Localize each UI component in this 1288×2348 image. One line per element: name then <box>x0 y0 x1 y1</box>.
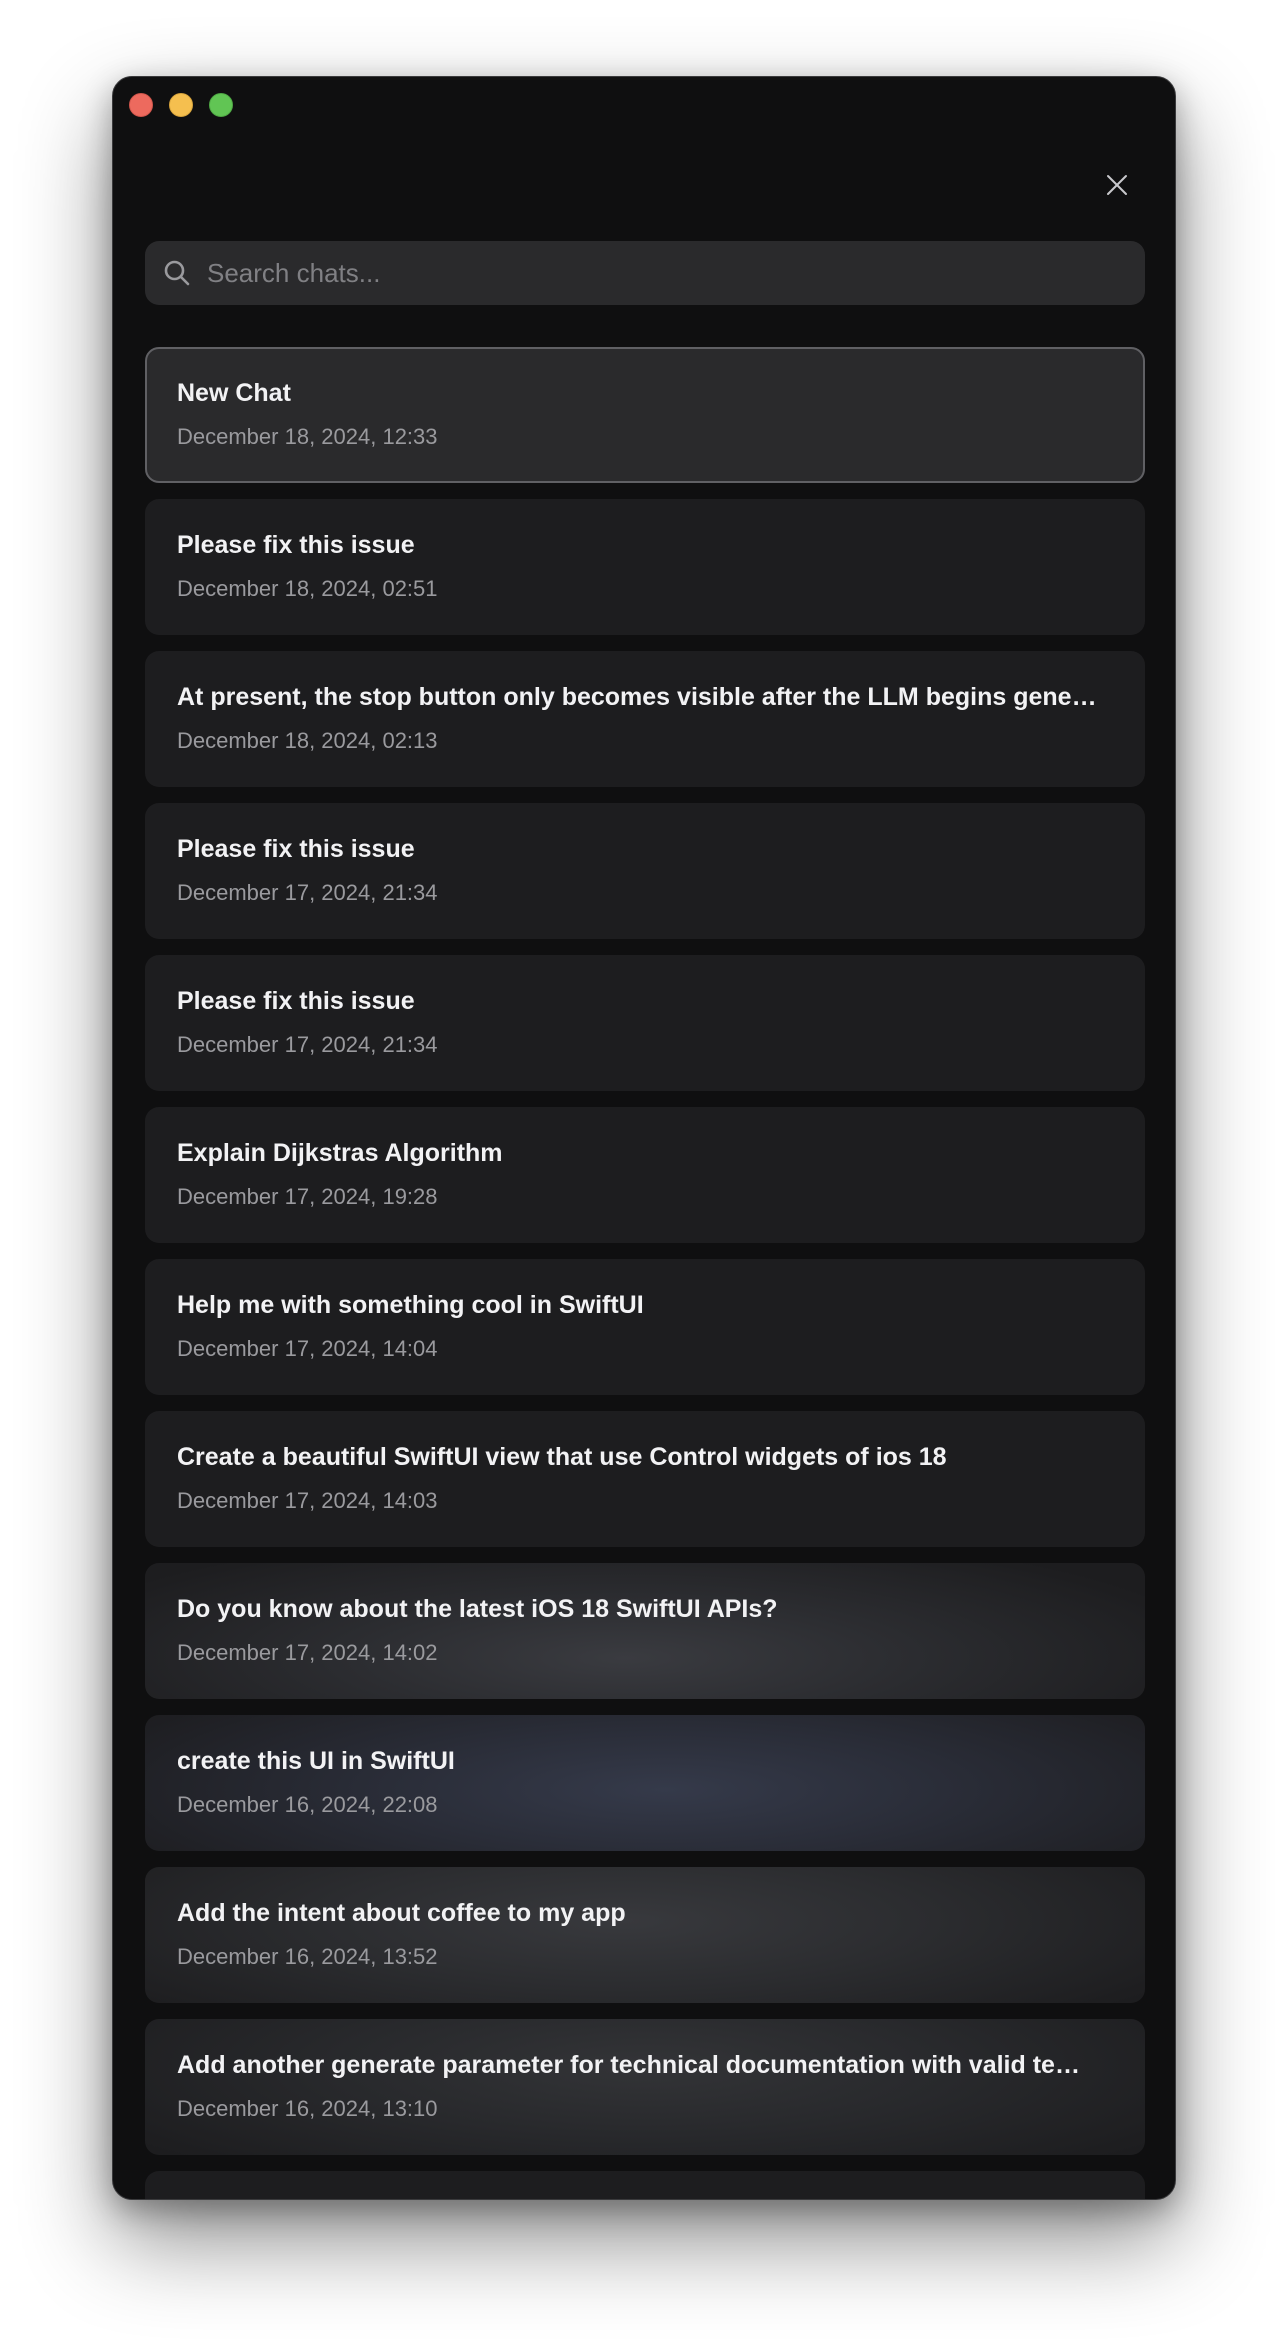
chat-item[interactable]: Do you know about the latest iOS 18 Swif… <box>145 1563 1145 1699</box>
chat-date: December 18, 2024, 12:33 <box>177 424 438 449</box>
zoom-window-button[interactable] <box>209 93 233 117</box>
chat-item[interactable]: create this UI in SwiftUI December 16, 2… <box>145 1715 1145 1851</box>
chat-item[interactable]: Help me with something cool in SwiftUI D… <box>145 1259 1145 1395</box>
chat-item[interactable]: Please fix this issue December 17, 2024,… <box>145 803 1145 939</box>
chat-date: December 17, 2024, 14:02 <box>177 1640 438 1665</box>
chat-title: Help me with something cool in SwiftUI <box>177 1291 644 1319</box>
chat-date: December 16, 2024, 13:52 <box>177 1944 438 1969</box>
chat-date: December 16, 2024, 13:10 <box>177 2096 438 2121</box>
close-button[interactable] <box>1099 167 1135 203</box>
chat-date: December 16, 2024, 22:08 <box>177 1792 438 1817</box>
chat-title: At present, the stop button only becomes… <box>177 683 1097 711</box>
chat-date: December 17, 2024, 14:04 <box>177 1336 438 1361</box>
chat-item[interactable]: Create a beautiful SwiftUI view that use… <box>145 1411 1145 1547</box>
chat-title: Please fix this issue <box>177 835 415 863</box>
chat-date: December 17, 2024, 19:28 <box>177 1184 438 1209</box>
chat-title: Do you know about the latest iOS 18 Swif… <box>177 1595 778 1623</box>
minimize-window-button[interactable] <box>169 93 193 117</box>
chat-list: New Chat December 18, 2024, 12:33 Please… <box>145 347 1145 2199</box>
window-controls <box>129 93 233 117</box>
chat-item[interactable]: At present, the stop button only becomes… <box>145 651 1145 787</box>
chat-title: Please fix this issue <box>177 987 415 1015</box>
chat-item[interactable]: Please fix this issue December 17, 2024,… <box>145 955 1145 1091</box>
close-window-button[interactable] <box>129 93 153 117</box>
chat-item-partial[interactable] <box>145 2171 1145 2199</box>
search-icon <box>164 260 190 286</box>
chat-title: create this UI in SwiftUI <box>177 1747 455 1775</box>
chat-history-window: New Chat December 18, 2024, 12:33 Please… <box>112 76 1176 2200</box>
search-input[interactable] <box>207 241 1127 305</box>
chat-date: December 17, 2024, 14:03 <box>177 1488 438 1513</box>
close-icon <box>1107 175 1127 195</box>
chat-title: Explain Dijkstras Algorithm <box>177 1139 503 1167</box>
chat-title: New Chat <box>177 379 291 407</box>
chat-title: Please fix this issue <box>177 531 415 559</box>
chat-date: December 18, 2024, 02:13 <box>177 728 438 753</box>
chat-date: December 17, 2024, 21:34 <box>177 880 438 905</box>
chat-title: Add the intent about coffee to my app <box>177 1899 626 1927</box>
chat-item[interactable]: Add the intent about coffee to my app De… <box>145 1867 1145 2003</box>
chat-date: December 18, 2024, 02:51 <box>177 576 438 601</box>
search-bar <box>145 241 1145 305</box>
chat-item[interactable]: Add another generate parameter for techn… <box>145 2019 1145 2155</box>
chat-item[interactable]: New Chat December 18, 2024, 12:33 <box>145 347 1145 483</box>
chat-date: December 17, 2024, 21:34 <box>177 1032 438 1057</box>
chat-title: Add another generate parameter for techn… <box>177 2051 1097 2079</box>
chat-item[interactable]: Explain Dijkstras Algorithm December 17,… <box>145 1107 1145 1243</box>
chat-title: Create a beautiful SwiftUI view that use… <box>177 1443 947 1471</box>
chat-item[interactable]: Please fix this issue December 18, 2024,… <box>145 499 1145 635</box>
